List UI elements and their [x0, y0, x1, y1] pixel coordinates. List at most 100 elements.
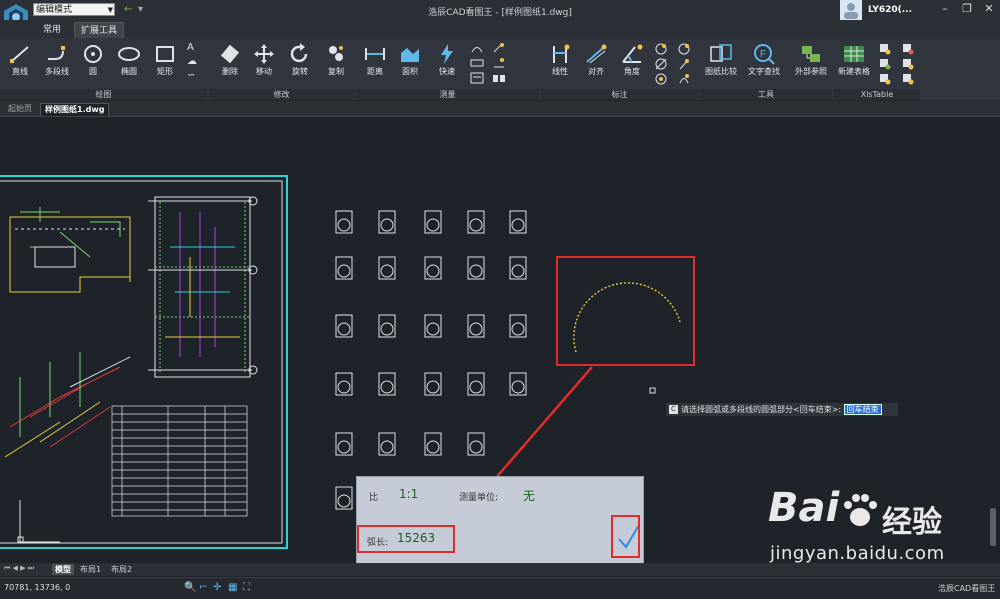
radius-dim-icon[interactable] — [655, 43, 667, 55]
area-button[interactable]: 面积 — [393, 41, 427, 85]
minimize-icon[interactable]: – — [938, 2, 952, 16]
unit-label: 测量单位: — [459, 493, 499, 503]
rectangle-button[interactable]: 矩形 — [148, 41, 182, 85]
measure-list-icon[interactable] — [470, 72, 484, 84]
measure-radius-icon[interactable] — [470, 42, 484, 54]
watermark-logo: Bai — [768, 485, 840, 531]
table-tool-2-icon[interactable] — [879, 58, 891, 70]
move-button[interactable]: 移动 — [247, 41, 281, 85]
symbol-circle — [469, 440, 483, 454]
compare-button[interactable]: 图纸比较 — [704, 41, 738, 85]
symbol-circle — [380, 322, 394, 336]
zoom-icon[interactable]: 🔍 — [184, 582, 196, 593]
symbol-circle — [469, 322, 483, 336]
table-tool-5-icon[interactable] — [902, 58, 914, 70]
command-prompt[interactable]: C 请选择圆弧或多段线的圆弧部分<回车结束>: 回车结束 — [666, 403, 898, 416]
ordinate-dim-icon[interactable] — [678, 43, 690, 55]
rectangle-icon — [156, 46, 174, 62]
linear-dim-label: 线性 — [552, 67, 568, 76]
rotate-button[interactable]: 旋转 — [283, 41, 317, 85]
erase-label: 删除 — [222, 67, 238, 76]
symbol-circle — [337, 380, 351, 394]
table-tool-1-icon[interactable] — [879, 43, 891, 55]
circle-button[interactable]: 圆 — [76, 41, 110, 85]
symbol-grid — [335, 210, 527, 510]
avatar[interactable] — [840, 0, 862, 20]
cursor-pickbox — [649, 387, 656, 394]
distance-button[interactable]: 距离 — [358, 41, 392, 85]
vertical-scrollbar[interactable] — [990, 508, 996, 546]
tab-current-drawing[interactable]: 样例图纸1.dwg — [40, 103, 110, 116]
diameter-dim-icon[interactable] — [655, 58, 667, 70]
symbol-circle — [511, 218, 525, 232]
grid-icon[interactable]: ▦ — [228, 582, 237, 593]
layout-tab-bar — [0, 563, 1000, 576]
quick-measure-label: 快速 — [439, 67, 455, 76]
user-name[interactable]: LY620(... — [868, 5, 912, 15]
aligned-dim-label: 对齐 — [588, 67, 604, 76]
tab-layout1[interactable]: 布局1 — [77, 564, 104, 575]
measure-arc-icon[interactable] — [470, 57, 484, 69]
symbol-circle — [337, 322, 351, 336]
symbol-circle — [380, 218, 394, 232]
cloud-icon[interactable]: ☁ — [187, 56, 197, 67]
fullscreen-icon[interactable]: ⛶ — [243, 582, 250, 593]
symbol-circle — [337, 494, 351, 508]
text-tool-icon[interactable]: A — [187, 42, 194, 53]
ortho-icon[interactable]: ✛ — [213, 582, 221, 593]
tab-nav-arrows-icon[interactable]: ⏮ ◀ ▶ ⏭ — [4, 564, 34, 573]
polyline-label: 多段线 — [45, 67, 69, 76]
distance-label: 距离 — [367, 67, 383, 76]
measure-angle-icon[interactable] — [492, 57, 506, 69]
line-button[interactable]: 直线 — [3, 41, 37, 85]
angle-dim-button[interactable]: 角度 — [615, 41, 649, 85]
snap-icon[interactable]: ⌐ — [199, 582, 207, 593]
tab-start-page[interactable]: 起始页 — [4, 103, 36, 115]
erase-button[interactable]: 删除 — [213, 41, 247, 85]
tab-model[interactable]: 模型 — [52, 564, 74, 575]
leader-icon[interactable] — [678, 58, 690, 70]
aligned-dim-button[interactable]: 对齐 — [579, 41, 613, 85]
measure-ratio-icon[interactable] — [492, 72, 506, 84]
rotate-label: 旋转 — [292, 67, 308, 76]
close-icon[interactable]: ✕ — [982, 2, 996, 16]
prompt-input[interactable]: 回车结束 — [843, 404, 882, 415]
xref-icon — [802, 46, 820, 62]
polyline-button[interactable]: 多段线 — [40, 41, 74, 85]
symbol-circle — [469, 380, 483, 394]
new-table-button[interactable]: 新建表格 — [837, 41, 871, 85]
arc-dim-icon[interactable] — [655, 73, 667, 85]
copy-button[interactable]: 复制 — [319, 41, 353, 85]
arc-length-highlight — [357, 525, 455, 553]
detail-top-left — [9, 207, 131, 293]
isometric-detail — [4, 352, 131, 458]
tab-layout2[interactable]: 布局2 — [108, 564, 135, 575]
restore-icon[interactable]: ❐ — [960, 2, 974, 16]
compare-label: 图纸比较 — [705, 67, 737, 76]
confirm-highlight — [611, 515, 640, 558]
angle-dim-icon — [622, 44, 643, 63]
symbol-circle — [426, 218, 440, 232]
measure-coord-icon[interactable] — [492, 42, 506, 54]
group-label-tools: 工具 — [700, 89, 832, 100]
symbol-circle — [380, 264, 394, 278]
linear-dim-button[interactable]: 线性 — [543, 41, 577, 85]
distance-icon — [365, 48, 385, 60]
group-label-measure: 测量 — [356, 89, 539, 100]
table-icon — [844, 46, 864, 62]
tab-extended-tools[interactable]: 扩展工具 — [74, 22, 125, 39]
arc-highlight-box — [556, 256, 695, 366]
symbol-circle — [511, 322, 525, 336]
spline-icon[interactable]: ∽ — [187, 70, 195, 81]
quick-measure-button[interactable]: 快速 — [430, 41, 464, 85]
text-find-button[interactable]: F 文字查找 — [747, 41, 781, 85]
xref-button[interactable]: 外部参照 — [794, 41, 828, 85]
table-tool-4-icon[interactable] — [902, 43, 914, 55]
tolerance-icon[interactable] — [678, 73, 690, 85]
table-tool-3-icon[interactable] — [879, 73, 891, 85]
tab-common[interactable]: 常用 — [37, 22, 67, 38]
ellipse-label: 椭圆 — [121, 67, 137, 76]
ellipse-button[interactable]: 椭圆 — [112, 41, 146, 85]
table-tool-6-icon[interactable] — [902, 73, 914, 85]
text-find-icon: F — [754, 44, 775, 65]
